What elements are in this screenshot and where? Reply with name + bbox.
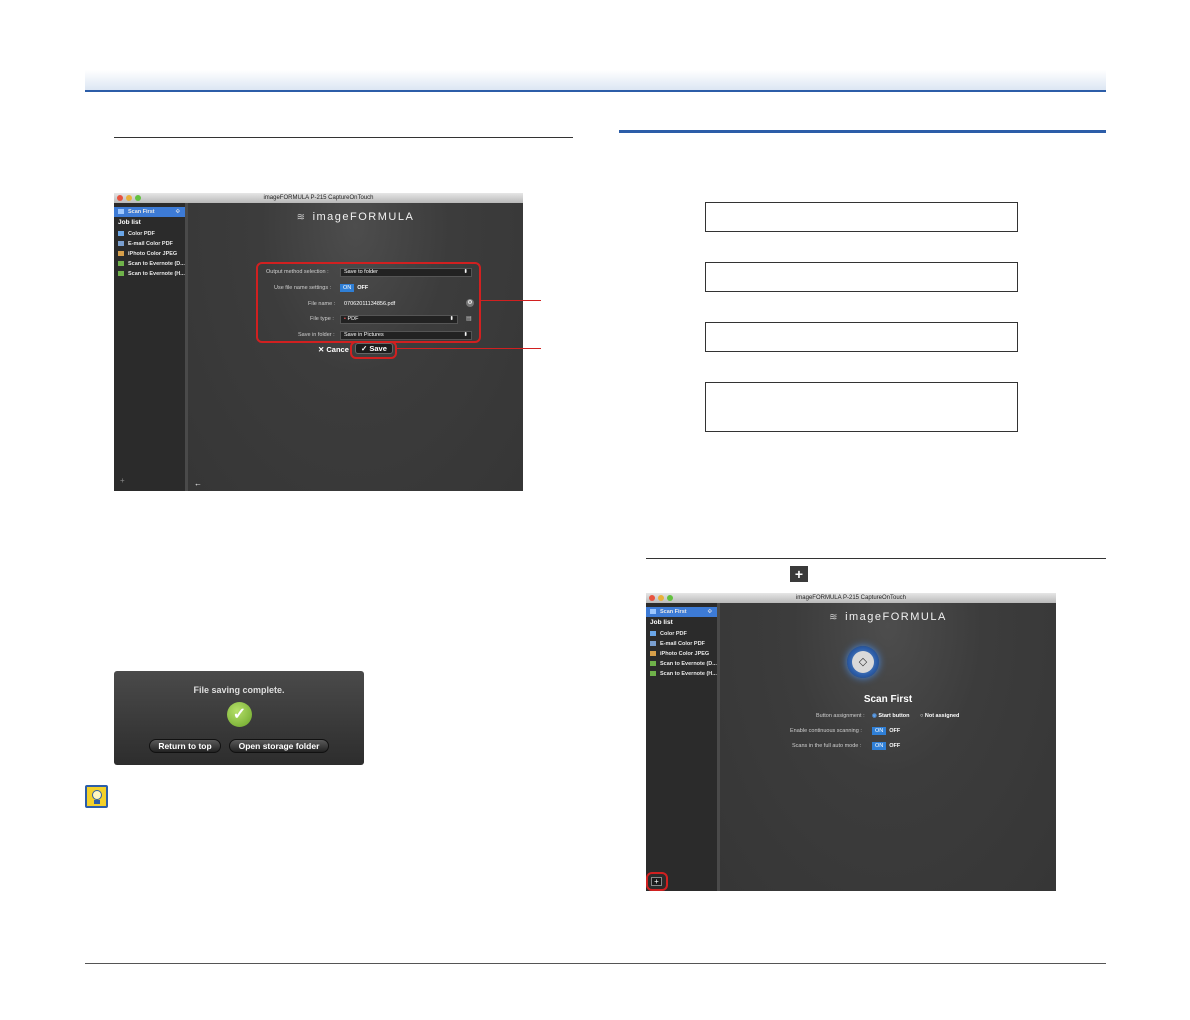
evernote-icon [118, 271, 124, 277]
zoom-icon[interactable] [667, 595, 673, 601]
sidebar-item-scan-first[interactable]: Scan First ⟐ [114, 207, 185, 217]
job-sidebar: Scan First ⟐ Job list Color PDF E-mail C… [114, 203, 188, 491]
save-callout-line [397, 348, 541, 349]
minimize-icon[interactable] [126, 195, 132, 201]
evernote-icon [650, 671, 656, 677]
sidebar-item-evernote-h[interactable]: Scan to Evernote (H... [646, 669, 717, 679]
open-storage-folder-button[interactable]: Open storage folder [229, 739, 329, 753]
checkmark-icon: ✓ [227, 702, 252, 727]
sidebar-item-color-pdf[interactable]: Color PDF [114, 229, 185, 239]
settings-icon[interactable]: ⟐ [708, 607, 712, 617]
photo-icon [650, 651, 656, 657]
sidebar-item-iphoto-jpeg[interactable]: iPhoto Color JPEG [646, 649, 717, 659]
job-title: Scan First [863, 694, 913, 705]
button-assignment-label: Button assignment : [816, 713, 865, 719]
window-title: imageFORMULA P-215 CaptureOnTouch [263, 195, 374, 201]
scan-icon [650, 609, 656, 615]
sidebar-item-color-pdf[interactable]: Color PDF [646, 629, 717, 639]
add-job-highlight [646, 872, 668, 891]
continuous-scanning-toggle[interactable]: ON OFF [872, 727, 903, 735]
close-icon[interactable] [649, 595, 655, 601]
step-box-2 [705, 262, 1018, 292]
brand-logo: ≋ imageFORMULA [296, 211, 415, 223]
close-icon[interactable] [117, 195, 123, 201]
sidebar-item-scan-first[interactable]: Scan First ⟐ [646, 607, 717, 617]
full-auto-label: Scans in the full auto mode : [792, 743, 862, 749]
settings-highlight [256, 262, 481, 343]
plus-icon: + [790, 566, 808, 582]
sidebar-item-email-pdf[interactable]: E-mail Color PDF [114, 239, 185, 249]
mail-icon [118, 241, 124, 247]
job-list-heading: Job list [650, 619, 673, 626]
step-box-4 [705, 382, 1018, 432]
return-to-top-button[interactable]: Return to top [149, 739, 221, 753]
job-list-heading: Job list [118, 219, 141, 226]
minimize-icon[interactable] [658, 595, 664, 601]
settings-icon[interactable]: ⟐ [176, 207, 180, 217]
start-button-radio[interactable]: ◉ Start button [872, 713, 910, 719]
scan-icon [118, 209, 124, 215]
full-auto-toggle[interactable]: ON OFF [872, 742, 903, 750]
step-box-1 [705, 202, 1018, 232]
back-arrow-icon[interactable]: ← [194, 479, 202, 488]
sidebar-item-evernote-d[interactable]: Scan to Evernote (D... [646, 659, 717, 669]
folder-icon [118, 231, 124, 237]
dialog-message: File saving complete. [193, 685, 285, 695]
window-titlebar: imageFORMULA P-215 CaptureOnTouch [646, 593, 1056, 603]
job-sidebar: Scan First ⟐ Job list Color PDF E-mail C… [646, 603, 720, 891]
add-job-button[interactable]: + [120, 476, 125, 485]
sidebar-item-email-pdf[interactable]: E-mail Color PDF [646, 639, 717, 649]
continuous-scanning-label: Enable continuous scanning : [790, 728, 862, 734]
main-panel: ≋ imageFORMULA ◇ Scan First Button assign… [720, 603, 1056, 891]
not-assigned-radio[interactable]: ○ Not assigned [920, 713, 959, 719]
window-title: imageFORMULA P-215 CaptureOnTouch [795, 595, 907, 601]
section-rule-right [619, 130, 1106, 133]
start-icon: ◇ [852, 651, 874, 673]
page-header-band [85, 70, 1106, 92]
settings-callout-line [481, 300, 541, 301]
section-rule-lower-right [646, 558, 1106, 559]
section-rule-left [114, 137, 573, 138]
mail-icon [650, 641, 656, 647]
file-saving-complete-dialog: File saving complete. ✓ Return to top Op… [114, 671, 364, 765]
capture-on-touch-window-scan-first: imageFORMULA P-215 CaptureOnTouch Scan F… [646, 593, 1056, 891]
cancel-button[interactable]: ✕ Cance [318, 345, 349, 354]
save-highlight [350, 341, 397, 359]
brand-logo: ≋ imageFORMULA [829, 611, 947, 623]
start-scan-button[interactable]: ◇ [847, 646, 879, 678]
folder-icon [650, 631, 656, 637]
evernote-icon [118, 261, 124, 267]
window-titlebar: imageFORMULA P-215 CaptureOnTouch [114, 193, 523, 203]
lightbulb-hint-icon [85, 785, 108, 808]
sidebar-item-iphoto-jpeg[interactable]: iPhoto Color JPEG [114, 249, 185, 259]
zoom-icon[interactable] [135, 195, 141, 201]
evernote-icon [650, 661, 656, 667]
photo-icon [118, 251, 124, 257]
page-footer-rule [85, 963, 1106, 964]
sidebar-item-evernote-d[interactable]: Scan to Evernote (D... [114, 259, 185, 269]
sidebar-item-evernote-h[interactable]: Scan to Evernote (H... [114, 269, 185, 279]
step-box-3 [705, 322, 1018, 352]
